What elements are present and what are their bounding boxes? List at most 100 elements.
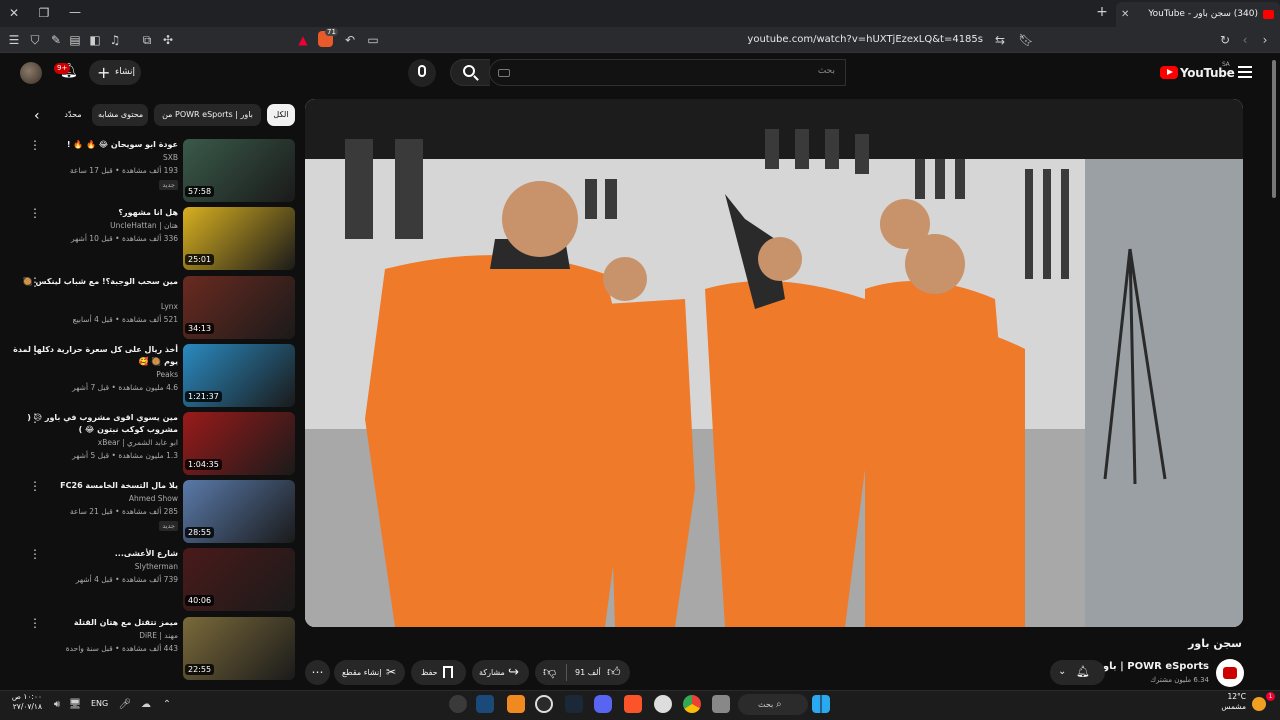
rec-title[interactable]: ميمز تتقتل مع هتان القتلة xyxy=(8,617,178,629)
close-tab-icon[interactable]: ✕ xyxy=(1121,2,1129,27)
rec-title[interactable]: مين يسوي اقوى مشروب في باور 😥 ( مشروب كو… xyxy=(8,412,178,436)
rec-title[interactable]: أخذ ريال على كل سعرة حرارية دكلها لمدة ي… xyxy=(8,344,178,368)
rec-channel[interactable]: هتان | UncleHattan xyxy=(110,221,178,230)
back-icon[interactable]: ‹ xyxy=(1237,32,1253,48)
taskbar-search[interactable]: بحث ⌕ xyxy=(738,694,808,715)
taskbar-clock[interactable]: ١٠:٠٠ ص ٢٧/٠٧/١٨ xyxy=(10,692,42,712)
mic-tray-icon[interactable]: 🎤︎ xyxy=(118,697,132,713)
volume-icon[interactable]: 🔊︎ xyxy=(50,697,64,713)
cloud-tray-icon[interactable]: ☁ xyxy=(139,697,153,713)
share-button[interactable]: مشاركة ↪ xyxy=(472,660,529,685)
subscribed-bell-button[interactable]: 🔔︎ ⌄ xyxy=(1050,660,1105,685)
taskbar-app-settings-icon[interactable] xyxy=(654,695,672,713)
shield-icon[interactable]: ⛉ xyxy=(27,32,43,48)
language-indicator[interactable]: ENG xyxy=(91,699,108,708)
like-icon[interactable]: 👍︎ xyxy=(607,660,621,685)
tray-chevron-icon[interactable]: ⌃ xyxy=(160,697,174,713)
rec-channel[interactable]: Peaks xyxy=(156,370,178,379)
forward-icon[interactable]: › xyxy=(1257,32,1273,48)
list-item[interactable]: ⋮ 1:04:35 مين يسوي اقوى مشروب في باور 😥 ( … xyxy=(0,412,300,477)
list-item[interactable]: ⋮ 34:13 مين سحب الوجبة؟! مع شباب لينكس 🥘 Ly… xyxy=(0,276,300,341)
menu-icon[interactable]: ☰ xyxy=(6,32,22,48)
taskbar-weather[interactable]: 12°C مشمس xyxy=(1221,692,1246,712)
taskbar-app-steam-icon[interactable] xyxy=(476,695,494,713)
taskbar-app-vlc-icon[interactable] xyxy=(507,695,525,713)
like-dislike-button[interactable]: 👎︎ 91 ألف 👍︎ xyxy=(535,660,630,685)
extensions-icon[interactable]: ✣ xyxy=(160,32,176,48)
search-input[interactable]: بحث xyxy=(489,59,846,86)
brave-rewards-icon[interactable]: ▲ xyxy=(296,32,310,48)
rec-meta: 336 ألف مشاهدة • قبل 10 أشهر xyxy=(70,234,178,243)
channel-name[interactable]: POWR eSports | باور xyxy=(1097,661,1209,672)
chips-scroll-left-icon[interactable]: ‹ xyxy=(34,108,40,124)
restore-window-icon[interactable]: ❐ xyxy=(36,5,52,21)
list-item[interactable]: ⋮ 25:01 هل انا مشهور؟ هتان | UncleHattan 336… xyxy=(0,207,300,272)
taskbar-app-obs-icon[interactable] xyxy=(449,695,467,713)
keyboard-icon[interactable] xyxy=(498,69,510,77)
create-button[interactable]: + إنشاء xyxy=(89,60,141,85)
more-actions-button[interactable]: ⋯ xyxy=(305,660,330,685)
rec-channel[interactable]: SXB xyxy=(163,153,178,162)
rec-channel[interactable]: Lynx xyxy=(161,302,178,311)
translate-icon[interactable]: ⇆ xyxy=(992,32,1008,48)
new-tab-icon[interactable]: + xyxy=(1094,4,1110,20)
windows-start-icon[interactable] xyxy=(812,695,830,713)
address-bar[interactable]: youtube.com/watch?v=hUXTjEzexLQ&t=4185s xyxy=(747,34,983,45)
list-item[interactable]: ⋮ 22:55 ميمز تتقتل مع هتان القتلة مهند | Di… xyxy=(0,617,300,682)
rec-title[interactable]: مين سحب الوجبة؟! مع شباب لينكس 🥘 xyxy=(8,276,178,288)
hamburger-menu-icon[interactable] xyxy=(1238,66,1252,78)
rec-channel[interactable]: ابو عابد الشمري | xBear xyxy=(98,438,178,447)
chip-3[interactable]: محدّد xyxy=(60,104,86,126)
video-frame xyxy=(305,99,1243,627)
tab-youtube[interactable]: ✕ (340) سجن باور - YouTube xyxy=(1116,2,1280,27)
dislike-icon[interactable]: 👎︎ xyxy=(543,660,556,685)
save-button[interactable]: حفظ xyxy=(411,660,466,685)
sidebar-icon[interactable]: ◧ xyxy=(87,32,103,48)
music-icon[interactable]: ♫ xyxy=(107,32,123,48)
list-item[interactable]: ⋮ 57:58 عودة ابو سويحان 😂 🔥 🔥 ! SXB 193 ألف … xyxy=(0,139,300,204)
youtube-play-icon xyxy=(1160,66,1178,79)
chip-2[interactable]: محتوى مشابه xyxy=(92,104,148,126)
list-item[interactable]: ⋮ 28:55 يلا مال التسخة الخامسة FC26 Ahmed S… xyxy=(0,480,300,545)
voice-search-button[interactable] xyxy=(408,59,436,87)
bookmark-icon[interactable]: 🔖︎ xyxy=(1018,32,1034,48)
screenshot-icon[interactable]: ⧉ xyxy=(139,32,155,48)
taskbar-app-discord-icon[interactable] xyxy=(594,695,612,713)
video-player[interactable] xyxy=(305,99,1243,627)
duration-badge: 22:55 xyxy=(185,664,215,675)
video-title: سجن باور xyxy=(1188,637,1242,650)
clip-button[interactable]: إنشاء مقطع ✂ xyxy=(334,660,405,685)
avatar[interactable] xyxy=(20,62,42,84)
search-button[interactable] xyxy=(450,59,490,86)
rec-channel[interactable]: Slytherman xyxy=(135,562,178,571)
rec-title[interactable]: شارع الأعشى... xyxy=(8,548,178,560)
chip-0[interactable]: الكل xyxy=(267,104,295,126)
rec-title[interactable]: هل انا مشهور؟ xyxy=(8,207,178,219)
undo-icon[interactable]: ↶ xyxy=(342,32,358,48)
channel-avatar[interactable] xyxy=(1216,659,1244,687)
reader-icon[interactable]: ▤ xyxy=(67,32,83,48)
taskbar-app-steam2-icon[interactable] xyxy=(565,695,583,713)
list-item[interactable]: ⋮ 40:06 شارع الأعشى... Slytherman 739 ألف مش… xyxy=(0,548,300,613)
taskbar-app-xbox-icon[interactable] xyxy=(535,695,553,713)
taskbar-app-chrome-icon[interactable] xyxy=(683,695,701,713)
taskbar-app-brave-icon[interactable] xyxy=(624,695,642,713)
network-icon[interactable]: 🖥︎ xyxy=(68,697,82,713)
rec-channel[interactable]: Ahmed Show xyxy=(129,494,178,503)
rec-title[interactable]: يلا مال التسخة الخامسة FC26 xyxy=(8,480,178,492)
rec-title[interactable]: عودة ابو سويحان 😂 🔥 🔥 ! xyxy=(8,139,178,151)
close-window-icon[interactable]: ✕ xyxy=(6,5,22,21)
pen-icon[interactable]: ✎ xyxy=(48,32,64,48)
chip-1[interactable]: من POWR eSports | باور xyxy=(154,104,261,126)
minimize-window-icon[interactable]: — xyxy=(67,4,83,20)
rec-channel[interactable]: مهند | DiRE xyxy=(139,631,178,640)
duration-badge: 25:01 xyxy=(185,254,215,265)
list-item[interactable]: ⋮ 1:21:37 أخذ ريال على كل سعرة حرارية دكله… xyxy=(0,344,300,409)
page-scrollbar[interactable] xyxy=(1272,60,1276,198)
taskbar-app-taskview-icon[interactable] xyxy=(712,695,730,713)
new-badge: جديد xyxy=(159,521,178,531)
youtube-logo[interactable]: YouTube SA xyxy=(1160,61,1235,80)
channel-subscribers: 6.34 مليون مشترك xyxy=(1150,676,1209,684)
pip-icon[interactable]: ▭ xyxy=(365,32,381,48)
reload-icon[interactable]: ↻ xyxy=(1217,32,1233,48)
